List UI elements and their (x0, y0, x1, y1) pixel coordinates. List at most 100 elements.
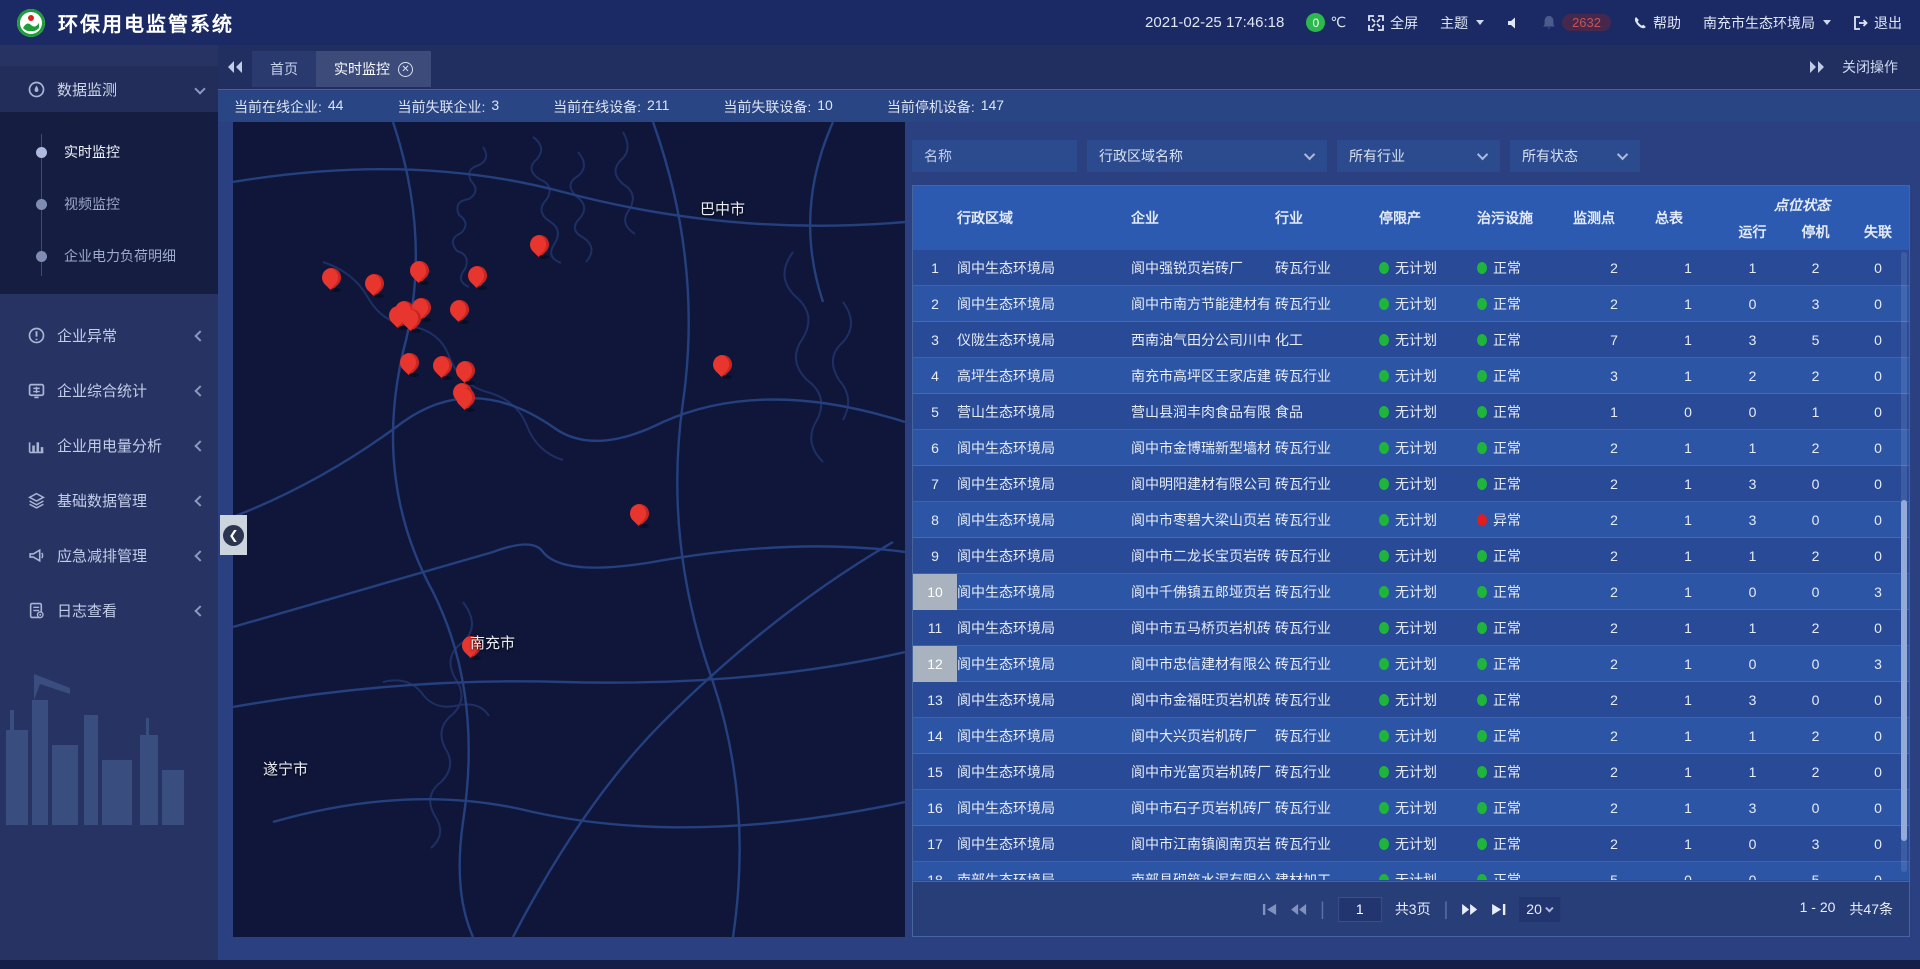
theme-dropdown[interactable]: 主题 (1440, 13, 1484, 33)
status-dot-icon (1379, 298, 1389, 310)
fullscreen-button[interactable]: 全屏 (1368, 13, 1418, 33)
cell-total-meters: 1 (1655, 368, 1721, 384)
table-row[interactable]: 15 阆中生态环境局 阆中市光富页岩机砖厂 砖瓦行业 无计划 正常 2 1 1 … (913, 754, 1909, 790)
col-header-offline[interactable]: 失联 (1847, 222, 1909, 242)
cell-limit-status: 无计划 (1379, 834, 1477, 854)
cell-region: 阆中生态环境局 (957, 834, 1103, 854)
notifications[interactable]: 2632 (1542, 14, 1611, 31)
table-row[interactable]: 1 阆中生态环境局 阆中强锐页岩砖厂 砖瓦行业 无计划 正常 2 1 1 2 0 (913, 250, 1909, 286)
tab-realtime-monitoring[interactable]: 实时监控 ✕ (316, 51, 431, 87)
logout-button[interactable]: 退出 (1853, 13, 1902, 33)
page-size-select[interactable]: 20 (1519, 897, 1560, 922)
map-panel[interactable]: 巴中市 南充市 遂宁市 (233, 122, 905, 937)
table-row[interactable]: 5 营山生态环境局 营山县润丰肉食品有限 食品 无计划 正常 1 0 0 1 0 (913, 394, 1909, 430)
map-pin-icon[interactable] (400, 353, 420, 373)
table-row[interactable]: 16 阆中生态环境局 阆中市石子页岩机砖厂 砖瓦行业 无计划 正常 2 1 3 … (913, 790, 1909, 826)
cell-limit-status: 无计划 (1379, 618, 1477, 638)
scrollbar-thumb[interactable] (1901, 500, 1907, 841)
close-operations-button[interactable]: 关闭操作 (1834, 57, 1920, 77)
cell-facility-status: 正常 (1477, 366, 1573, 386)
prev-page-button[interactable] (1290, 903, 1307, 916)
map-pin-icon[interactable] (713, 355, 733, 375)
sidebar-item-enterprise-anomaly[interactable]: 企业异常 (0, 308, 218, 363)
tabs-scroll-right-button[interactable] (1800, 60, 1834, 74)
col-header-stopped[interactable]: 停机 (1784, 222, 1847, 242)
map-pin-icon[interactable] (433, 356, 453, 376)
table-row[interactable]: 13 阆中生态环境局 阆中市金福旺页岩机砖 砖瓦行业 无计划 正常 2 1 3 … (913, 682, 1909, 718)
map-collapse-handle[interactable]: ❮ (220, 515, 247, 555)
cell-company: 阆中市五马桥页岩机砖 (1103, 618, 1275, 638)
cell-region: 阆中生态环境局 (957, 546, 1103, 566)
table-row[interactable]: 18 南部生态环境局 南部县砌筑水泥有限公 建材加工 无计划 正常 5 0 0 … (913, 862, 1909, 880)
sidebar-item-power-analysis[interactable]: 企业用电量分析 (0, 418, 218, 473)
col-header-limit[interactable]: 停限产 (1379, 208, 1477, 228)
org-dropdown[interactable]: 南充市生态环境局 (1703, 13, 1831, 33)
status-dot-icon (1477, 658, 1487, 670)
map-pin-icon[interactable] (456, 388, 476, 408)
cell-total-meters: 1 (1655, 548, 1721, 564)
app-title: 环保用电监管系统 (58, 8, 234, 37)
cell-offline: 0 (1847, 368, 1909, 384)
cell-stopped: 1 (1784, 404, 1847, 420)
table-row[interactable]: 3 仪陇生态环境局 西南油气田分公司川中 化工 无计划 正常 7 1 3 5 0 (913, 322, 1909, 358)
tab-close-icon[interactable]: ✕ (398, 62, 413, 77)
table-row[interactable]: 10 阆中生态环境局 阆中千佛镇五郎垭页岩 砖瓦行业 无计划 正常 2 1 0 … (913, 574, 1909, 610)
cell-industry: 砖瓦行业 (1275, 294, 1379, 314)
last-page-button[interactable] (1491, 903, 1506, 916)
map-pin-icon[interactable] (468, 266, 488, 286)
table-row[interactable]: 8 阆中生态环境局 阆中市枣碧大梁山页岩 砖瓦行业 无计划 异常 2 1 3 0… (913, 502, 1909, 538)
region-filter-select[interactable]: 行政区域名称 (1087, 140, 1327, 172)
name-filter-field[interactable] (912, 140, 1077, 172)
cell-facility-status: 正常 (1477, 474, 1573, 494)
sidebar-item-enterprise-statistics[interactable]: 企业综合统计 (0, 363, 218, 418)
sidebar-item-realtime-monitoring[interactable]: 实时监控 (0, 126, 218, 178)
status-dot-icon (1379, 442, 1389, 454)
map-pin-icon[interactable] (365, 274, 385, 294)
cell-total-meters: 1 (1655, 476, 1721, 492)
table-row[interactable]: 2 阆中生态环境局 阆中市南方节能建材有 砖瓦行业 无计划 正常 2 1 0 3… (913, 286, 1909, 322)
tabs-scroll-left-button[interactable] (218, 60, 252, 74)
table-scrollbar[interactable] (1901, 252, 1907, 872)
name-filter-input[interactable] (924, 148, 1065, 164)
sidebar-item-emission-reduction[interactable]: 应急减排管理 (0, 528, 218, 583)
map-pin-icon[interactable] (450, 300, 470, 320)
sidebar-item-base-data[interactable]: 基础数据管理 (0, 473, 218, 528)
table-row[interactable]: 9 阆中生态环境局 阆中市二龙长宝页岩砖 砖瓦行业 无计划 正常 2 1 1 2… (913, 538, 1909, 574)
col-header-region[interactable]: 行政区域 (957, 208, 1103, 228)
tab-home[interactable]: 首页 (252, 51, 316, 87)
map-pin-icon[interactable] (456, 361, 476, 381)
map-pin-icon[interactable] (322, 268, 342, 288)
help-button[interactable]: 帮助 (1633, 13, 1681, 33)
page-number-input[interactable] (1338, 897, 1382, 922)
table-row[interactable]: 14 阆中生态环境局 阆中大兴页岩机砖厂 砖瓦行业 无计划 正常 2 1 1 2… (913, 718, 1909, 754)
table-row[interactable]: 12 阆中生态环境局 阆中市忠信建材有限公 砖瓦行业 无计划 正常 2 1 0 … (913, 646, 1909, 682)
table-row[interactable]: 6 阆中生态环境局 阆中市金博瑞新型墙材 砖瓦行业 无计划 正常 2 1 1 2… (913, 430, 1909, 466)
table-row[interactable]: 7 阆中生态环境局 阆中明阳建材有限公司 砖瓦行业 无计划 正常 2 1 3 0… (913, 466, 1909, 502)
sidebar-item-video-monitoring[interactable]: 视频监控 (0, 178, 218, 230)
map-pin-icon[interactable] (630, 504, 650, 524)
table-row[interactable]: 4 高坪生态环境局 南充市高坪区王家店建 砖瓦行业 无计划 正常 3 1 2 2… (913, 358, 1909, 394)
next-page-button[interactable] (1461, 903, 1478, 916)
cell-stopped: 2 (1784, 368, 1847, 384)
row-index: 8 (913, 502, 957, 538)
industry-filter-select[interactable]: 所有行业 (1337, 140, 1500, 172)
map-pin-icon[interactable] (410, 261, 430, 281)
col-header-company[interactable]: 企业 (1103, 208, 1275, 228)
cell-company: 南充市高坪区王家店建 (1103, 366, 1275, 386)
col-header-industry[interactable]: 行业 (1275, 208, 1379, 228)
sound-toggle[interactable] (1506, 16, 1520, 30)
status-filter-select[interactable]: 所有状态 (1510, 140, 1640, 172)
cell-offline: 3 (1847, 584, 1909, 600)
sidebar-item-data-monitoring[interactable]: 数据监测 (0, 66, 218, 112)
table-row[interactable]: 11 阆中生态环境局 阆中市五马桥页岩机砖 砖瓦行业 无计划 正常 2 1 1 … (913, 610, 1909, 646)
first-page-button[interactable] (1262, 903, 1277, 916)
col-header-facility[interactable]: 治污设施 (1477, 208, 1573, 228)
map-pin-icon[interactable] (402, 309, 422, 329)
col-header-points[interactable]: 监测点 (1573, 208, 1655, 228)
cell-limit-status: 无计划 (1379, 546, 1477, 566)
sidebar-item-power-load-detail[interactable]: 企业电力负荷明细 (0, 230, 218, 282)
cell-total-meters: 1 (1655, 800, 1721, 816)
map-pin-icon[interactable] (530, 235, 550, 255)
col-header-running[interactable]: 运行 (1721, 222, 1784, 242)
table-row[interactable]: 17 阆中生态环境局 阆中市江南镇阆南页岩 砖瓦行业 无计划 正常 2 1 0 … (913, 826, 1909, 862)
